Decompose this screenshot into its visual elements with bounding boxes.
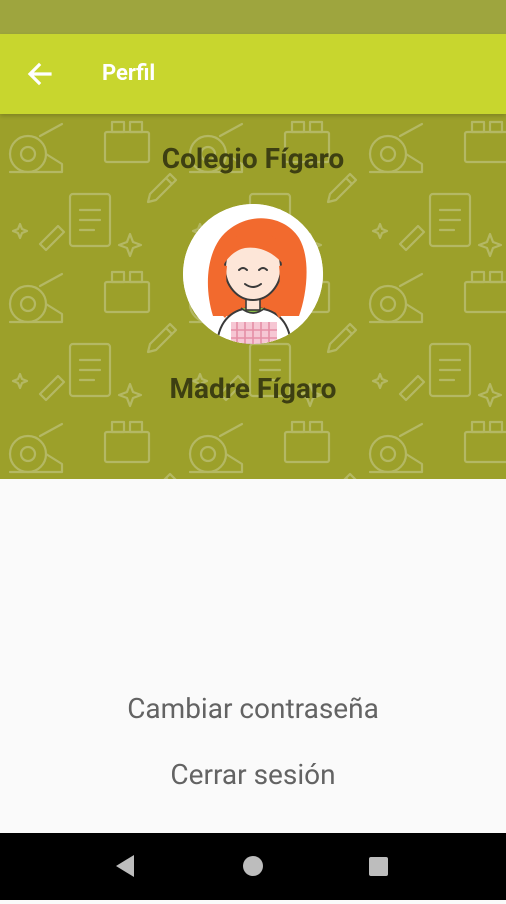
nav-recents-button[interactable] bbox=[369, 857, 388, 876]
circle-home-icon bbox=[243, 856, 263, 876]
square-recents-icon bbox=[369, 857, 388, 876]
avatar bbox=[183, 204, 323, 344]
triangle-back-icon bbox=[116, 855, 134, 877]
woman-avatar-icon bbox=[183, 204, 323, 344]
page-title: Perfil bbox=[102, 61, 156, 86]
nav-home-button[interactable] bbox=[243, 856, 263, 876]
status-bar bbox=[0, 0, 506, 34]
school-name: Colegio Fígaro bbox=[161, 142, 345, 175]
user-name: Madre Fígaro bbox=[169, 372, 337, 405]
navigation-bar bbox=[0, 833, 506, 900]
nav-buttons bbox=[116, 855, 388, 877]
arrow-back-icon bbox=[27, 62, 52, 86]
logout-button[interactable]: Cerrar sesión bbox=[0, 758, 506, 791]
nav-back-button[interactable] bbox=[116, 855, 134, 877]
back-button[interactable] bbox=[22, 56, 58, 92]
app-bar: Perfil bbox=[0, 34, 506, 114]
profile-header: Colegio Fígaro Madre Fígaro bbox=[0, 114, 506, 479]
change-password-button[interactable]: Cambiar contraseña bbox=[0, 692, 506, 725]
